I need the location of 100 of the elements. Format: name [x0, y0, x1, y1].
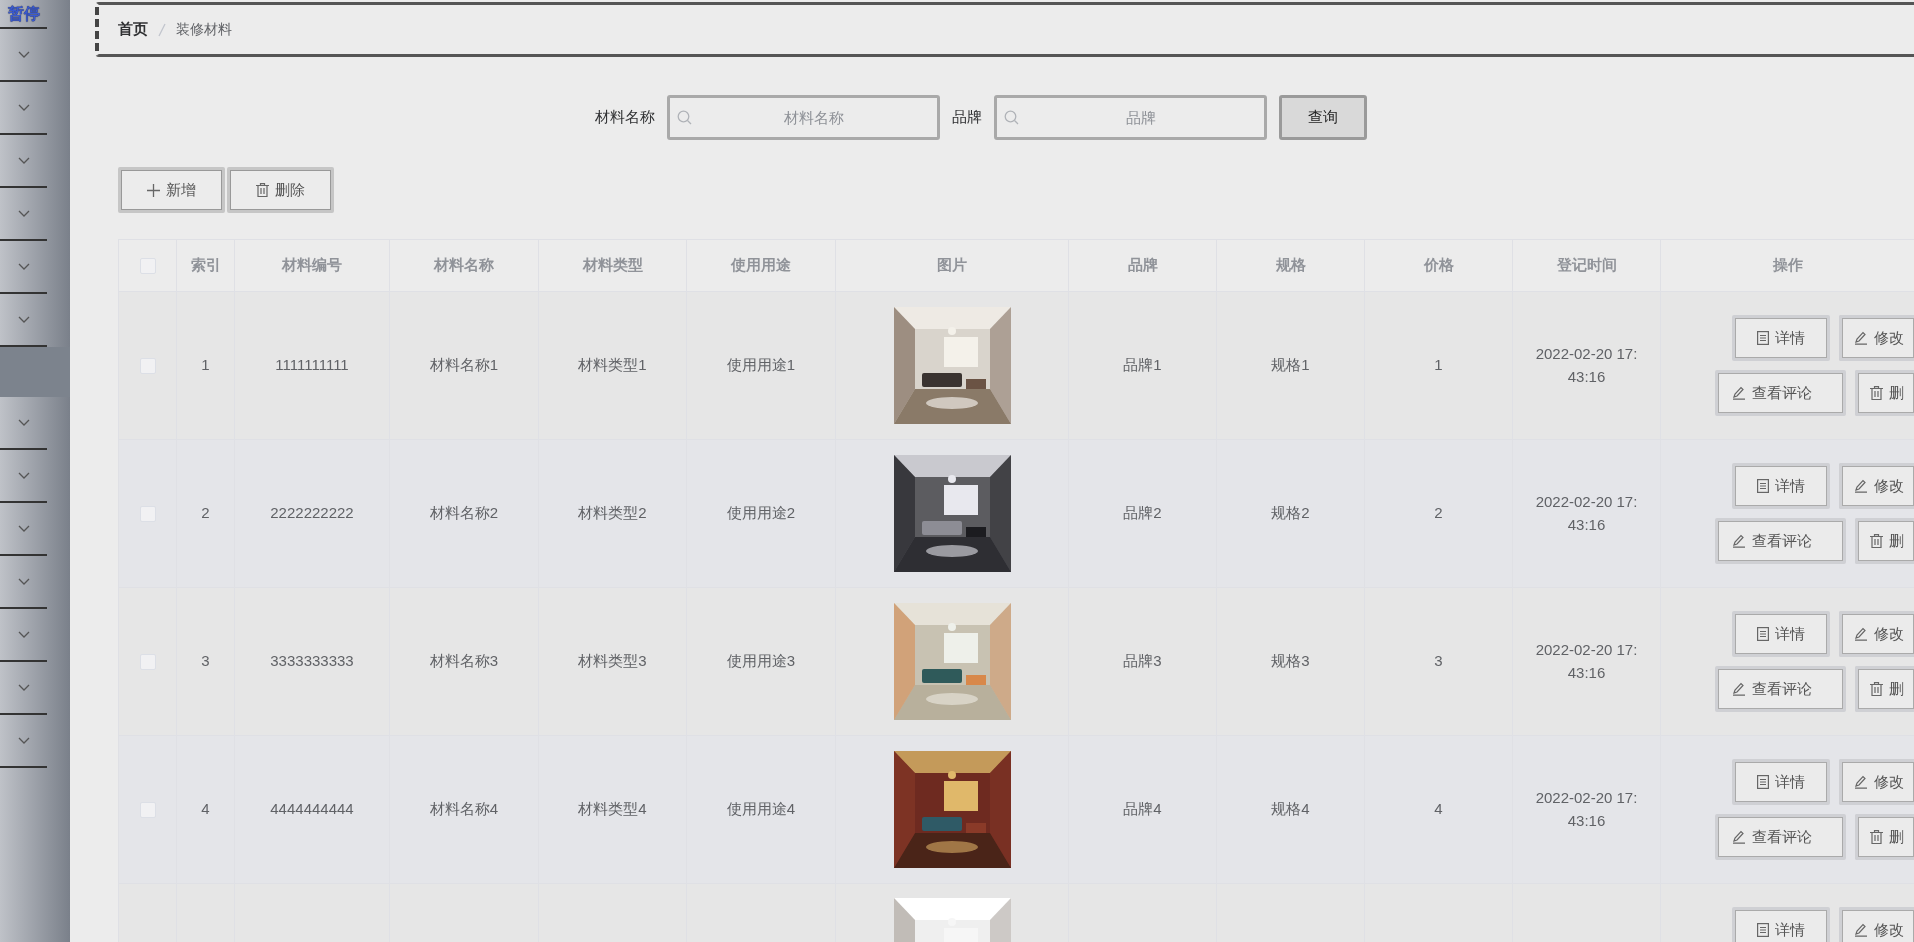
edit-button[interactable]: 修改 — [1839, 611, 1914, 657]
column-header: 材料名称 — [434, 256, 494, 274]
plus-icon — [147, 183, 160, 197]
chevron-down-icon — [17, 262, 30, 271]
column-header: 品牌 — [1127, 256, 1158, 274]
document-icon — [1757, 775, 1769, 789]
material-name: 材料名称2 — [429, 504, 499, 522]
brand: 品牌3 — [1123, 652, 1162, 670]
detail-button[interactable]: 详情 — [1732, 611, 1830, 657]
row-index: 4 — [201, 800, 210, 818]
chevron-down-icon — [17, 683, 30, 692]
column-header: 使用用途 — [731, 256, 791, 274]
search-field[interactable]: 品牌 — [994, 95, 1267, 140]
document-icon — [1757, 627, 1769, 641]
pencil-icon — [1732, 386, 1746, 400]
edit-button[interactable]: 修改 — [1839, 759, 1914, 805]
chevron-down-icon — [17, 577, 30, 586]
delete-button[interactable]: 删 — [1855, 666, 1914, 712]
usage: 使用用途3 — [726, 652, 796, 670]
column-header: 材料类型 — [582, 256, 643, 274]
row-index: 1 — [201, 356, 210, 374]
comments-button[interactable]: 查看评论 — [1715, 518, 1846, 564]
column-header: 操作 — [1772, 256, 1803, 274]
chevron-down-icon — [17, 50, 30, 59]
pencil-icon — [1732, 830, 1746, 844]
pencil-icon — [1854, 923, 1868, 937]
register-time: 2022-02-20 17:43:16 — [1534, 344, 1639, 388]
material-code: 3333333333 — [270, 652, 354, 670]
spec: 规格2 — [1271, 504, 1310, 522]
document-icon — [1757, 331, 1769, 345]
delete-button[interactable]: 删 — [1855, 518, 1914, 564]
comments-button[interactable]: 查看评论 — [1715, 814, 1846, 860]
usage: 使用用途2 — [726, 504, 796, 522]
trash-icon — [256, 183, 269, 197]
comments-button[interactable]: 查看评论 — [1715, 666, 1846, 712]
chevron-down-icon — [17, 524, 30, 533]
material-type: 材料类型2 — [578, 504, 647, 522]
sidebar-title: 暂停 — [0, 0, 47, 29]
spec: 规格1 — [1271, 356, 1310, 374]
query-button[interactable]: 查询 — [1279, 95, 1367, 140]
pencil-icon — [1732, 682, 1746, 696]
price: 4 — [1434, 800, 1443, 818]
delete-button[interactable]: 删 — [1855, 370, 1914, 416]
comments-button[interactable]: 查看评论 — [1715, 370, 1846, 416]
detail-button[interactable]: 详情 — [1732, 907, 1830, 942]
detail-button[interactable]: 详情 — [1732, 315, 1830, 361]
breadcrumb-link[interactable]: 首页 — [118, 18, 148, 41]
trash-icon — [1870, 682, 1883, 696]
delete-button[interactable]: 删除 — [227, 167, 334, 213]
pencil-icon — [1732, 534, 1746, 548]
edit-button[interactable]: 修改 — [1839, 463, 1914, 509]
material-code: 4444444444 — [270, 800, 354, 818]
search-field[interactable]: 材料名称 — [667, 95, 940, 140]
register-time: 2022-02-20 17:43:16 — [1534, 492, 1639, 536]
register-time: 2022-02-20 17:43:16 — [1534, 788, 1639, 832]
chevron-down-icon — [17, 209, 30, 218]
brand: 品牌1 — [1123, 356, 1162, 374]
search-icon — [677, 110, 692, 125]
trash-icon — [1870, 830, 1883, 844]
document-icon — [1757, 923, 1769, 937]
pencil-icon — [1854, 331, 1868, 345]
material-type: 材料类型3 — [578, 652, 647, 670]
delete-button[interactable]: 删 — [1855, 814, 1914, 860]
detail-button[interactable]: 详情 — [1732, 463, 1830, 509]
chevron-down-icon — [17, 630, 30, 639]
chevron-down-icon — [17, 736, 30, 745]
material-code: 2222222222 — [270, 504, 354, 522]
chevron-down-icon — [17, 471, 30, 480]
column-header: 图片 — [937, 256, 967, 274]
usage: 使用用途4 — [726, 800, 796, 818]
register-time: 2022-02-20 17:43:16 — [1534, 640, 1639, 684]
column-header: 索引 — [190, 256, 221, 274]
field-label: 品牌 — [952, 107, 982, 128]
document-icon — [1757, 479, 1769, 493]
add-button[interactable]: 新增 — [118, 167, 225, 213]
chevron-down-icon — [17, 315, 30, 324]
pencil-icon — [1854, 479, 1868, 493]
material-name: 材料名称4 — [429, 800, 499, 818]
column-header: 登记时间 — [1556, 256, 1617, 274]
material-type: 材料类型4 — [578, 800, 647, 818]
price: 3 — [1434, 652, 1443, 670]
row-index: 2 — [201, 504, 210, 522]
chevron-down-icon — [17, 103, 30, 112]
edit-button[interactable]: 修改 — [1839, 315, 1914, 361]
spec: 规格3 — [1271, 652, 1310, 670]
column-header: 规格 — [1275, 256, 1306, 274]
brand: 品牌2 — [1123, 504, 1162, 522]
detail-button[interactable]: 详情 — [1732, 759, 1830, 805]
brand: 品牌4 — [1123, 800, 1162, 818]
trash-icon — [1870, 386, 1883, 400]
edit-button[interactable]: 修改 — [1839, 907, 1914, 942]
search-icon — [1004, 110, 1019, 125]
row-index: 3 — [201, 652, 210, 670]
price: 1 — [1434, 356, 1443, 374]
breadcrumb-current: 装修材料 — [176, 20, 232, 39]
usage: 使用用途1 — [726, 356, 796, 374]
chevron-down-icon — [17, 156, 30, 165]
column-header: 价格 — [1423, 256, 1454, 274]
chevron-down-icon — [17, 418, 30, 427]
material-name: 材料名称3 — [429, 652, 499, 670]
